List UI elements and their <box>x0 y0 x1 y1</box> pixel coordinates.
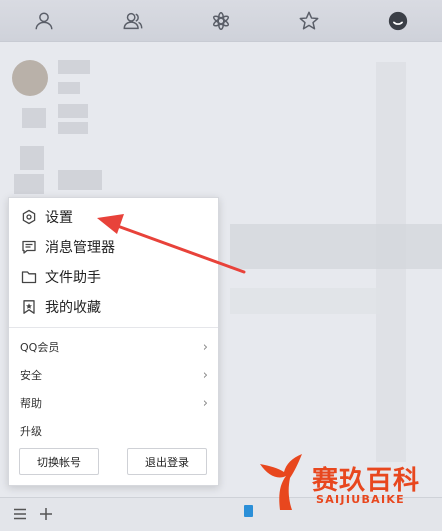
watermark-subtitle: SAIJIUBAIKE <box>316 493 405 506</box>
contacts-icon <box>35 11 53 29</box>
menu-item-upgrade[interactable]: 升级 <box>9 418 218 444</box>
blurred-block <box>20 146 44 170</box>
folder-icon <box>21 269 37 285</box>
menu-item-label: 消息管理器 <box>45 240 115 256</box>
blurred-name <box>58 104 88 118</box>
groups-icon <box>123 12 143 29</box>
main-menu-popup: 设置 消息管理器 文件助手 我的收藏 QQ会员 › 安全 › 帮助 › 升级 切… <box>8 197 219 486</box>
main-menu-button[interactable] <box>8 502 32 526</box>
menu-item-help[interactable]: 帮助 › <box>9 390 218 416</box>
tab-apps[interactable] <box>199 0 243 42</box>
main-tab-bar <box>0 0 442 42</box>
blurred-name <box>58 60 90 74</box>
blurred-block <box>22 108 46 128</box>
apps-icon <box>212 11 229 30</box>
menu-item-message-manager[interactable]: 消息管理器 <box>9 232 218 262</box>
messages-icon <box>388 11 407 30</box>
whale-tail-logo-icon <box>260 454 302 510</box>
hamburger-menu-icon <box>14 508 26 520</box>
plus-icon <box>40 508 52 520</box>
watermark-name: 赛玖百科 <box>312 466 421 496</box>
menu-item-file-assistant[interactable]: 文件助手 <box>9 262 218 292</box>
blurred-row <box>230 224 442 269</box>
menu-item-qq-vip[interactable]: QQ会员 › <box>9 334 218 360</box>
watermark-logo: 赛玖百科 SAIJIUBAIKE <box>250 450 436 520</box>
blurred-block <box>14 174 44 194</box>
menu-item-label: 升级 <box>20 425 42 438</box>
blurred-preview <box>58 82 80 94</box>
menu-item-label: 文件助手 <box>45 270 101 286</box>
favorites-star-icon <box>299 11 319 30</box>
logout-button[interactable]: 退出登录 <box>127 448 207 475</box>
menu-item-label: 我的收藏 <box>45 300 101 316</box>
chevron-right-icon: › <box>202 339 208 355</box>
settings-hexagon-icon <box>21 209 37 225</box>
menu-item-settings[interactable]: 设置 <box>9 202 218 232</box>
menu-item-label: 帮助 <box>20 397 42 410</box>
menu-item-label: 安全 <box>20 369 42 382</box>
chevron-right-icon: › <box>202 367 208 383</box>
menu-divider <box>9 327 218 328</box>
bookmark-icon <box>21 299 37 315</box>
avatar <box>12 60 48 96</box>
tab-messages[interactable] <box>376 0 420 42</box>
tab-favorites[interactable] <box>287 0 331 42</box>
blurred-name <box>58 170 102 190</box>
add-button[interactable] <box>34 502 58 526</box>
chevron-right-icon: › <box>202 395 208 411</box>
tab-groups[interactable] <box>111 0 155 42</box>
tab-contacts[interactable] <box>22 0 66 42</box>
message-manager-icon <box>21 239 37 255</box>
switch-account-button[interactable]: 切换帐号 <box>19 448 99 475</box>
menu-item-label: 设置 <box>45 210 73 226</box>
menu-item-security[interactable]: 安全 › <box>9 362 218 388</box>
blurred-preview <box>58 122 88 134</box>
blurred-row <box>230 288 380 314</box>
menu-item-label: QQ会员 <box>20 341 60 354</box>
menu-item-my-favorites[interactable]: 我的收藏 <box>9 292 218 322</box>
